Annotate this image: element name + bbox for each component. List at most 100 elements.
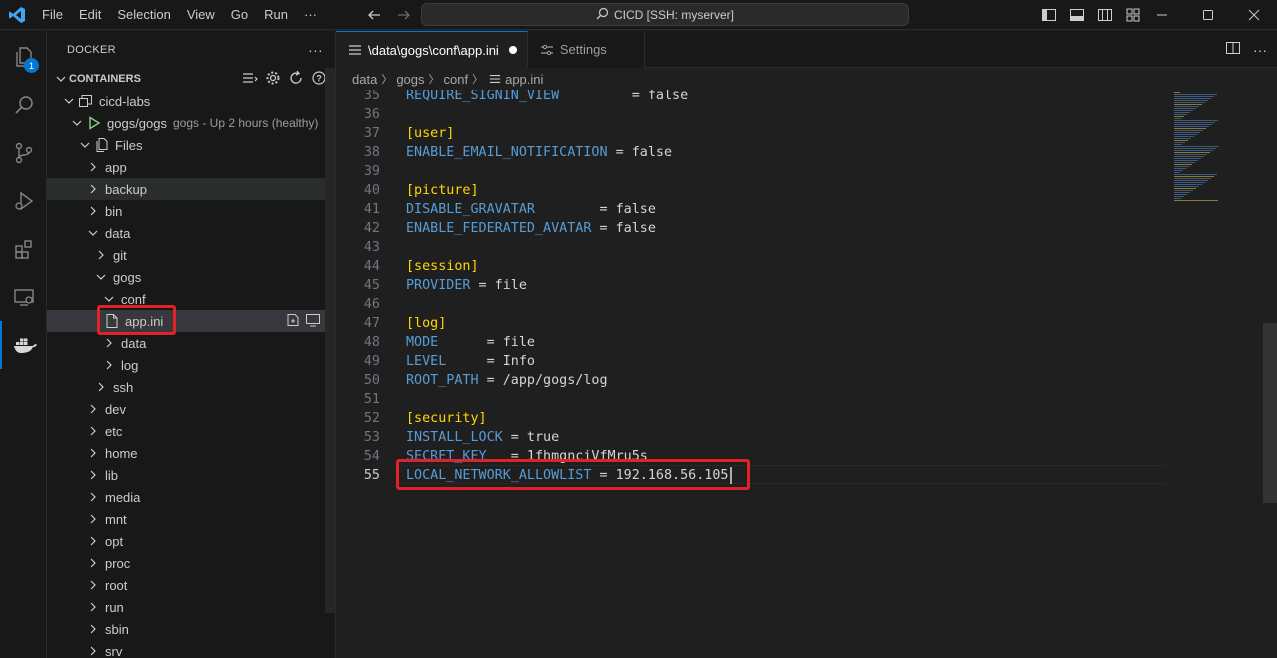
code-line[interactable]: 38 ENABLE_EMAIL_NOTIFICATION = false [336, 143, 1166, 162]
minimize-icon[interactable] [1139, 0, 1185, 30]
chevron-right-icon[interactable] [85, 398, 101, 420]
tree-item[interactable]: etc [47, 420, 335, 442]
code-line[interactable]: 39 [336, 162, 1166, 181]
tree-item[interactable]: app [47, 156, 335, 178]
more-actions-icon[interactable]: ··· [1253, 42, 1267, 58]
tree-item[interactable]: media [47, 486, 335, 508]
tab-app-ini[interactable]: \data\gogs\conf\app.ini [336, 31, 528, 68]
menu-item[interactable]: File [34, 0, 71, 30]
chevron-right-icon[interactable] [85, 464, 101, 486]
menu-item[interactable]: Edit [71, 0, 109, 30]
tree-item[interactable]: Files [47, 134, 335, 156]
split-editor-icon[interactable] [1225, 40, 1241, 59]
toggle-primary-sidebar-icon[interactable] [1038, 4, 1060, 26]
chevron-right-icon[interactable] [85, 574, 101, 596]
tree-item[interactable]: app.ini [47, 310, 335, 332]
forward-arrow-icon[interactable] [394, 5, 414, 25]
chevron-right-icon[interactable] [85, 640, 101, 658]
breadcrumb-item[interactable]: conf [444, 72, 469, 87]
chevron-down-icon[interactable] [69, 112, 85, 134]
code-line[interactable]: 42 ENABLE_FEDERATED_AVATAR = false [336, 219, 1166, 238]
command-center[interactable]: CICD [SSH: myserver] [421, 3, 909, 26]
tree-item[interactable]: lib [47, 464, 335, 486]
containers-section-header[interactable]: CONTAINERS ? [47, 68, 335, 90]
explorer-icon[interactable]: 1 [0, 33, 47, 81]
code-line[interactable]: 46 [336, 295, 1166, 314]
download-file-icon[interactable] [305, 312, 321, 331]
breadcrumb-item[interactable]: gogs [396, 72, 424, 87]
minimap[interactable] [1174, 90, 1264, 210]
menu-item[interactable]: Run [256, 0, 296, 30]
more-actions-icon[interactable]: ··· [308, 42, 323, 58]
tab-settings[interactable]: Settings [527, 31, 645, 68]
search-icon[interactable] [0, 81, 47, 129]
maximize-icon[interactable] [1185, 0, 1231, 30]
tree-item[interactable]: git [47, 244, 335, 266]
chevron-down-icon[interactable] [93, 266, 109, 288]
code-line[interactable]: 52 [security] [336, 409, 1166, 428]
chevron-right-icon[interactable] [85, 530, 101, 552]
chevron-right-icon[interactable] [101, 354, 117, 376]
code-line[interactable]: 51 [336, 390, 1166, 409]
tree-item[interactable]: gogs/gogs gogs - Up 2 hours (healthy) [47, 112, 335, 134]
chevron-right-icon[interactable] [93, 244, 109, 266]
close-icon[interactable] [1231, 0, 1277, 30]
code-line[interactable]: 40 [picture] [336, 181, 1166, 200]
code-line[interactable]: 49 LEVEL = Info [336, 352, 1166, 371]
tree-item[interactable]: cicd-labs [47, 90, 335, 112]
chevron-right-icon[interactable] [85, 618, 101, 640]
chevron-right-icon[interactable] [93, 376, 109, 398]
chevron-right-icon[interactable] [85, 552, 101, 574]
tree-item[interactable]: backup [47, 178, 335, 200]
group-by-icon[interactable] [242, 70, 258, 89]
tree-item[interactable]: conf [47, 288, 335, 310]
code-line[interactable]: 36 [336, 105, 1166, 124]
chevron-right-icon[interactable] [85, 508, 101, 530]
code-line[interactable]: 55 LOCAL_NETWORK_ALLOWLIST = 192.168.56.1… [336, 466, 1166, 485]
tree-item[interactable]: mnt [47, 508, 335, 530]
breadcrumb-item[interactable]: app.ini [505, 72, 543, 87]
settings-gear-icon[interactable] [265, 70, 281, 89]
source-control-icon[interactable] [0, 129, 47, 177]
menu-item[interactable]: Selection [109, 0, 178, 30]
code-line[interactable]: 35 REQUIRE_SIGNIN_VIEW = false [336, 90, 1166, 105]
breadcrumb-item[interactable]: data [352, 72, 377, 87]
tree-item[interactable]: data [47, 222, 335, 244]
tree-item[interactable]: home [47, 442, 335, 464]
tree-item[interactable]: sbin [47, 618, 335, 640]
chevron-right-icon[interactable] [85, 596, 101, 618]
chevron-right-icon[interactable] [85, 200, 101, 222]
chevron-right-icon[interactable] [85, 442, 101, 464]
open-file-icon[interactable] [285, 312, 301, 331]
chevron-down-icon[interactable] [77, 134, 93, 156]
refresh-icon[interactable] [288, 70, 304, 89]
extensions-icon[interactable] [0, 225, 47, 273]
unsaved-dot-icon[interactable] [508, 46, 517, 54]
chevron-down-icon[interactable] [61, 90, 77, 112]
code-line[interactable]: 41 DISABLE_GRAVATAR = false [336, 200, 1166, 219]
chevron-right-icon[interactable] [85, 156, 101, 178]
code-line[interactable]: 47 [log] [336, 314, 1166, 333]
tree-item[interactable]: run [47, 596, 335, 618]
tree-item[interactable]: bin [47, 200, 335, 222]
tree-item[interactable]: root [47, 574, 335, 596]
toggle-panel-icon[interactable] [1066, 4, 1088, 26]
back-arrow-icon[interactable] [364, 5, 384, 25]
tree-item[interactable]: data [47, 332, 335, 354]
tree-item[interactable]: gogs [47, 266, 335, 288]
chevron-right-icon[interactable] [85, 420, 101, 442]
remote-explorer-icon[interactable] [0, 273, 47, 321]
code-line[interactable]: 54 SECRET_KEY = 1fhmgnciVfMru5s [336, 447, 1166, 466]
editor-scrollbar[interactable] [1263, 90, 1277, 658]
code-line[interactable]: 45 PROVIDER = file [336, 276, 1166, 295]
sidebar-scrollbar[interactable] [325, 68, 335, 613]
code-editor[interactable]: 35 REQUIRE_SIGNIN_VIEW = false 36 37 [user] 3… [336, 90, 1277, 658]
tree-item[interactable]: ssh [47, 376, 335, 398]
menu-item[interactable]: View [179, 0, 223, 30]
menu-item[interactable]: Go [223, 0, 256, 30]
chevron-right-icon[interactable] [85, 178, 101, 200]
tree-item[interactable]: log [47, 354, 335, 376]
tree-item[interactable]: proc [47, 552, 335, 574]
chevron-down-icon[interactable] [85, 222, 101, 244]
toggle-secondary-sidebar-icon[interactable] [1094, 4, 1116, 26]
